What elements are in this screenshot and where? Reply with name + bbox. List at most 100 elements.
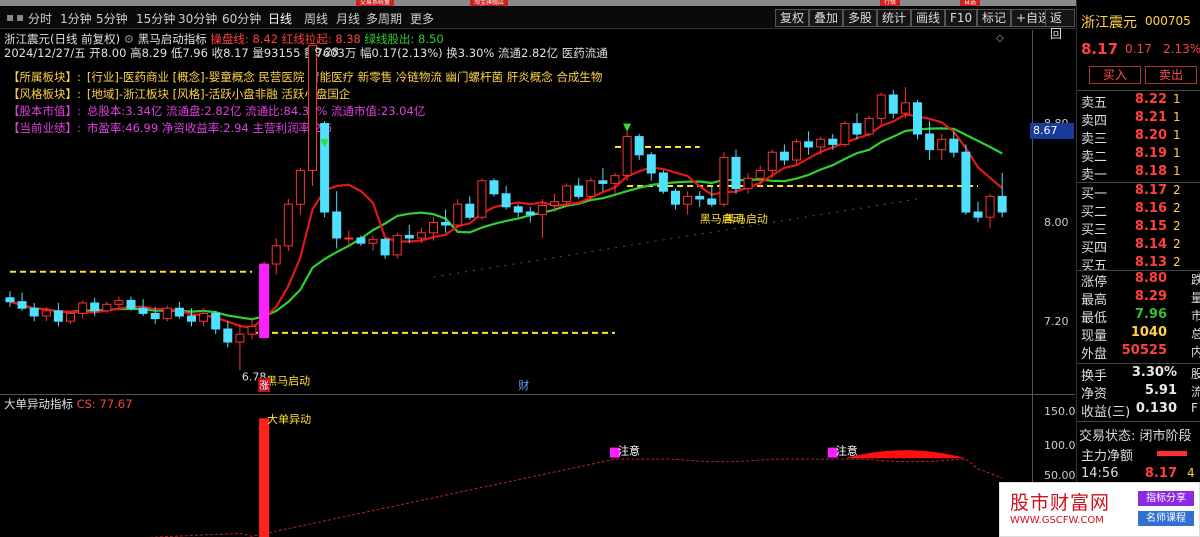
- bids-price: 8.13: [1134, 255, 1167, 270]
- stat-tail: 内: [1191, 345, 1200, 359]
- candle-body: [864, 117, 874, 135]
- sub-indicator-chart[interactable]: 大单异动注意 注意: [0, 395, 1032, 537]
- bids-row[interactable]: 买四 8.14 2: [1079, 237, 1200, 256]
- toolbar-button[interactable]: 返回: [1045, 9, 1075, 41]
- cs-line: [145, 458, 1003, 537]
- y-tick-label: 8.00: [1044, 216, 1069, 229]
- sell-button[interactable]: 卖出: [1145, 66, 1197, 84]
- quote-panel: 浙江震元 000705 8.17 0.17 2.13% 买入 卖出 卖五 8.22…: [1076, 0, 1200, 537]
- candle: [719, 152, 729, 207]
- period-tab[interactable]: 周线: [304, 10, 328, 27]
- period-tab[interactable]: 5分钟: [96, 10, 128, 27]
- candle: [126, 296, 136, 311]
- period-tab[interactable]: 60分钟: [222, 10, 261, 27]
- top-strip-item[interactable]: 行情: [880, 0, 901, 6]
- candle-body: [840, 123, 850, 145]
- candle: [513, 204, 523, 218]
- candle: [937, 134, 947, 160]
- candle-body: [332, 211, 342, 239]
- candle: [29, 303, 39, 322]
- candle: [913, 100, 922, 140]
- chart-menu-icon[interactable]: ◇: [996, 33, 1004, 44]
- asks-row[interactable]: 卖四 8.21 1: [1079, 110, 1200, 129]
- candle-body: [380, 238, 390, 256]
- buy-button[interactable]: 买入: [1089, 66, 1141, 84]
- stat2-row: 收益(三) 0.130 F: [1079, 401, 1200, 420]
- price-change: 0.17: [1125, 42, 1152, 56]
- candle-body: [489, 180, 499, 195]
- candlestick-chart[interactable]: 9.286.78 黑马启动黑马启动黑马启动涨财: [0, 30, 1075, 394]
- candle: [332, 191, 342, 249]
- trend-hint-line: [433, 198, 918, 278]
- asks-row[interactable]: 卖一 8.18 1: [1079, 164, 1200, 183]
- candle: [707, 186, 717, 207]
- period-tab[interactable]: 日线: [268, 10, 292, 27]
- candle: [985, 193, 995, 228]
- top-strip-item[interactable]: 淘宝旗舰店: [470, 0, 509, 6]
- watermark-url: WWW.GSCFW.COM: [1010, 515, 1104, 526]
- toolbar-button[interactable]: 多股: [843, 9, 878, 27]
- candle-body: [211, 312, 221, 330]
- period-tab[interactable]: 30分钟: [178, 10, 217, 27]
- toolbar-button[interactable]: F10: [945, 9, 978, 27]
- asks-row[interactable]: 卖五 8.22 1: [1079, 92, 1200, 111]
- toolbar-button[interactable]: 标记: [977, 9, 1012, 27]
- grid-icon[interactable]: ▪: [6, 10, 14, 24]
- period-tab[interactable]: 1分钟: [60, 10, 92, 27]
- toolbar-button[interactable]: 统计: [877, 9, 912, 27]
- period-tab[interactable]: 多周期: [366, 10, 402, 27]
- candle-body: [695, 195, 705, 200]
- bookmark-icon[interactable]: ▪: [16, 10, 24, 24]
- stat2-tail: F: [1191, 401, 1198, 415]
- candle-body: [586, 180, 596, 197]
- stat-label: 涨停: [1081, 275, 1108, 290]
- candle: [53, 303, 63, 327]
- candle-body: [102, 303, 112, 312]
- stat-value: 50525: [1121, 343, 1167, 358]
- candle: [997, 173, 1007, 218]
- bids-row[interactable]: 买一 8.17 2: [1079, 183, 1200, 202]
- candle-body: [392, 234, 402, 256]
- period-tab[interactable]: 月线: [336, 10, 360, 27]
- breakout-bar: [259, 264, 270, 339]
- candle: [646, 152, 656, 181]
- top-strip-item[interactable]: 自选: [960, 0, 981, 6]
- period-tab[interactable]: 15分钟: [136, 10, 175, 27]
- last-price: 8.17: [1081, 40, 1119, 58]
- green-line: [9, 127, 1003, 321]
- asks-row[interactable]: 卖三 8.20 1: [1079, 128, 1200, 147]
- candle-body: [792, 141, 801, 161]
- bids-qty: 2: [1173, 201, 1181, 215]
- stat-row: 最高 8.29 量: [1079, 289, 1200, 308]
- candle-body: [416, 232, 426, 239]
- stock-code: 000705: [1145, 14, 1191, 28]
- bids-row[interactable]: 买三 8.15 2: [1079, 219, 1200, 238]
- watermark-tag: 指标分享: [1138, 491, 1194, 506]
- asks-label: 卖五: [1081, 96, 1108, 111]
- candle-body: [66, 312, 75, 322]
- candle-body: [126, 299, 136, 309]
- candle-body: [501, 193, 511, 208]
- period-tab[interactable]: 分时: [28, 10, 52, 27]
- candle-body: [320, 123, 330, 213]
- stat-tail: 市: [1191, 309, 1200, 323]
- candle-body: [247, 325, 257, 335]
- watermark-title: 股市财富网: [1010, 492, 1111, 514]
- asks-price: 8.22: [1134, 92, 1167, 107]
- last-trade-vol: 4: [1187, 466, 1195, 480]
- candle-body: [598, 180, 608, 184]
- candle-body: [271, 245, 281, 265]
- toolbar-button[interactable]: 画线: [911, 9, 946, 27]
- top-strip-item[interactable]: 交易系统量: [356, 0, 395, 6]
- period-tab[interactable]: 更多: [410, 10, 434, 27]
- candle-body: [90, 302, 100, 312]
- stat-row: 涨停 8.80 跌: [1079, 271, 1200, 290]
- asks-row[interactable]: 卖二 8.19 1: [1079, 146, 1200, 165]
- bids-row[interactable]: 买二 8.16 2: [1079, 201, 1200, 220]
- toolbar-button[interactable]: 复权: [775, 9, 810, 27]
- toolbar-button[interactable]: 叠加: [809, 9, 844, 27]
- big-order-bar: [259, 418, 270, 537]
- candle-body: [767, 151, 777, 171]
- candle: [320, 121, 330, 218]
- candle-body: [828, 138, 838, 145]
